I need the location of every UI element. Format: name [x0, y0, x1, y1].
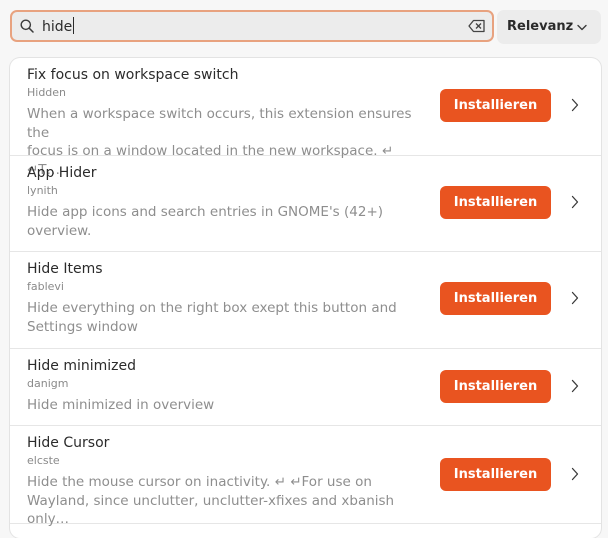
chevron-right-icon[interactable] [571, 195, 579, 209]
chevron-right-icon[interactable] [571, 467, 579, 481]
description-line: Hide everything on the right box exept t… [27, 300, 397, 316]
install-button[interactable]: Installieren [440, 370, 551, 403]
list-item[interactable]: Hide Items fablevi Hide everything on th… [10, 252, 601, 349]
chevron-right-icon[interactable] [571, 379, 579, 393]
chevron-right-icon[interactable] [571, 98, 579, 112]
extension-author: elcste [27, 454, 60, 467]
sort-dropdown[interactable]: Relevanz [497, 10, 601, 44]
extension-author: fablevi [27, 280, 64, 293]
description-line: Settings window [27, 318, 138, 335]
extension-description: Hide app icons and search entries in GNO… [27, 203, 427, 240]
text-caret [73, 17, 75, 34]
description-line: Hide the mouse cursor on inactivity. ↵ ↵… [27, 474, 372, 490]
extension-title: Hide Cursor [27, 435, 110, 451]
list-item[interactable]: Hide minimized danigm Hide minimized in … [10, 349, 601, 426]
extension-title: Hide minimized [27, 358, 137, 374]
extension-description: Hide everything on the right box exept t… [27, 299, 427, 336]
install-button[interactable]: Installieren [440, 89, 551, 122]
list-item[interactable]: Fix focus on workspace switch Hidden Whe… [10, 58, 601, 178]
extension-description: Hide minimized in overview [27, 396, 427, 415]
extension-title: App Hider [27, 165, 97, 181]
description-line: Hide app icons and search entries in GNO… [27, 204, 384, 220]
description-line: Wayland, since unclutter, unclutter-xfix… [27, 492, 395, 528]
chevron-down-icon [577, 24, 587, 31]
toolbar: hide Relevanz [0, 0, 608, 56]
description-line: Hide minimized in overview [27, 397, 215, 413]
install-button[interactable]: Installieren [440, 186, 551, 219]
extension-author: lynith [27, 184, 58, 197]
install-button[interactable]: Installieren [440, 282, 551, 315]
extension-author: danigm [27, 377, 69, 390]
list-item[interactable]: Hide Cursor elcste Hide the mouse cursor… [10, 426, 601, 527]
description-line: overview. [27, 222, 92, 239]
search-box[interactable]: hide [10, 10, 494, 42]
extension-author: Hidden [27, 86, 67, 99]
description-line: When a workspace switch occurs, this ext… [27, 106, 412, 141]
backspace-clear-icon[interactable] [468, 18, 486, 34]
extension-title: Fix focus on workspace switch [27, 67, 239, 83]
search-icon [20, 19, 34, 33]
extension-description: Hide the mouse cursor on inactivity. ↵ ↵… [27, 473, 427, 529]
chevron-right-icon[interactable] [571, 291, 579, 305]
search-input[interactable]: hide [42, 17, 75, 37]
sort-label: Relevanz [507, 19, 574, 34]
extension-list: Fix focus on workspace switch Hidden Whe… [10, 58, 601, 538]
extension-title: Hide Items [27, 261, 103, 277]
install-button[interactable]: Installieren [440, 458, 551, 491]
list-item[interactable]: App Hider lynith Hide app icons and sear… [10, 156, 601, 252]
search-input-value: hide [42, 19, 73, 35]
